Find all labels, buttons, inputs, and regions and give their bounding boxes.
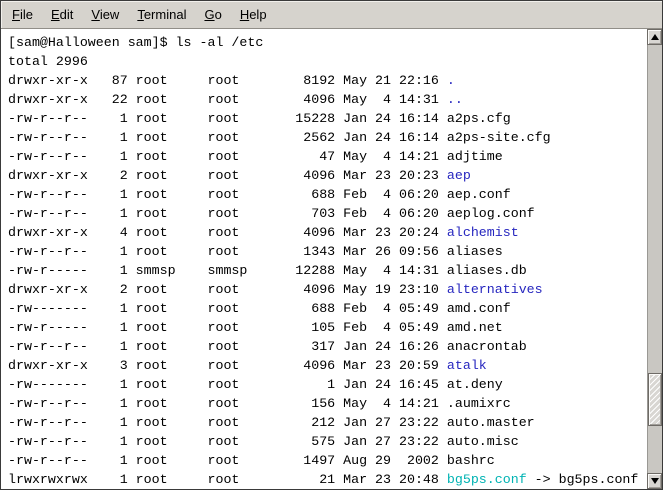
file-meta: -rw-r--r-- 1 root root 15228 Jan 24 16:1… [8, 111, 447, 126]
file-name: .aumixrc [447, 396, 511, 411]
file-meta: -rw-r--r-- 1 root root 47 May 4 14:21 [8, 149, 447, 164]
file-meta: lrwxrwxrwx 1 root root 21 Mar 23 20:48 [8, 472, 447, 487]
file-meta: -rw------- 1 root root 1 Jan 24 16:45 [8, 377, 447, 392]
file-meta: drwxr-xr-x 87 root root 8192 May 21 22:1… [8, 73, 447, 88]
file-meta: drwxr-xr-x 2 root root 4096 May 19 23:10 [8, 282, 447, 297]
file-meta: -rw-r--r-- 1 root root 156 May 4 14:21 [8, 396, 447, 411]
file-meta: -rw------- 1 root root 688 Feb 4 05:49 [8, 301, 447, 316]
file-row: lrwxrwxrwx 1 root root 21 Mar 23 20:48 b… [8, 470, 645, 489]
file-name: amd.net [447, 320, 503, 335]
file-listing: drwxr-xr-x 87 root root 8192 May 21 22:1… [8, 71, 645, 489]
file-row: -rw-r--r-- 1 root root 1497 Aug 29 2002 … [8, 451, 645, 470]
file-name: bg5ps.conf [447, 472, 527, 487]
scroll-down-icon [651, 478, 659, 484]
window-content: [sam@Halloween sam]$ ls -al /etctotal 29… [1, 29, 662, 489]
file-row: -rw-r----- 1 smmsp smmsp 12288 May 4 14:… [8, 261, 645, 280]
file-name: aliases [447, 244, 503, 259]
menu-item-label: File [12, 7, 33, 22]
menu-item-label: Go [204, 7, 221, 22]
file-name: aep [447, 168, 471, 183]
file-name: alchemist [447, 225, 519, 240]
file-meta: -rw-r--r-- 1 root root 703 Feb 4 06:20 [8, 206, 447, 221]
file-name: anacrontab [447, 339, 527, 354]
file-name: a2ps-site.cfg [447, 130, 551, 145]
file-row: drwxr-xr-x 2 root root 4096 Mar 23 20:23… [8, 166, 645, 185]
scroll-down-button[interactable] [647, 473, 662, 489]
menu-item-file[interactable]: File [3, 4, 42, 25]
menubar: File Edit View Terminal Go Help [1, 1, 662, 29]
total-line: total 2996 [8, 52, 645, 71]
file-name: atalk [447, 358, 487, 373]
scroll-up-button[interactable] [647, 29, 662, 45]
file-name: a2ps.cfg [447, 111, 511, 126]
menu-item-terminal[interactable]: Terminal [128, 4, 195, 25]
file-meta: -rw-r--r-- 1 root root 1343 Mar 26 09:56 [8, 244, 447, 259]
menu-item-edit[interactable]: Edit [42, 4, 82, 25]
file-name: alternatives [447, 282, 543, 297]
file-row: -rw-r--r-- 1 root root 688 Feb 4 06:20 a… [8, 185, 645, 204]
file-name: at.deny [447, 377, 503, 392]
file-name: aeplog.conf [447, 206, 535, 221]
file-row: -rw-r--r-- 1 root root 15228 Jan 24 16:1… [8, 109, 645, 128]
file-row: -rw------- 1 root root 688 Feb 4 05:49 a… [8, 299, 645, 318]
file-row: drwxr-xr-x 87 root root 8192 May 21 22:1… [8, 71, 645, 90]
file-row: -rw-r--r-- 1 root root 575 Jan 27 23:22 … [8, 432, 645, 451]
scrollbar-track[interactable] [647, 45, 662, 473]
file-meta: -rw-r--r-- 1 root root 1497 Aug 29 2002 [8, 453, 447, 468]
file-name: auto.misc [447, 434, 519, 449]
file-name: .. [447, 92, 463, 107]
file-meta: -rw-r--r-- 1 root root 575 Jan 27 23:22 [8, 434, 447, 449]
file-row: -rw-r--r-- 1 root root 703 Feb 4 06:20 a… [8, 204, 645, 223]
scrollbar-thumb[interactable] [648, 373, 662, 426]
file-meta: -rw-r--r-- 1 root root 2562 Jan 24 16:14 [8, 130, 447, 145]
file-name: adjtime [447, 149, 503, 164]
menu-item-view[interactable]: View [82, 4, 128, 25]
file-row: -rw-r--r-- 1 root root 1343 Mar 26 09:56… [8, 242, 645, 261]
file-row: -rw-r--r-- 1 root root 47 May 4 14:21 ad… [8, 147, 645, 166]
file-meta: -rw-r----- 1 smmsp smmsp 12288 May 4 14:… [8, 263, 447, 278]
file-name: amd.conf [447, 301, 511, 316]
scrollbar[interactable] [645, 29, 662, 489]
menu-item-help[interactable]: Help [231, 4, 276, 25]
file-meta: -rw-r--r-- 1 root root 688 Feb 4 06:20 [8, 187, 447, 202]
file-meta: drwxr-xr-x 4 root root 4096 Mar 23 20:24 [8, 225, 447, 240]
file-row: drwxr-xr-x 22 root root 4096 May 4 14:31… [8, 90, 645, 109]
terminal-output[interactable]: [sam@Halloween sam]$ ls -al /etctotal 29… [1, 29, 645, 489]
file-name: . [447, 73, 455, 88]
menu-item-label: Terminal [137, 7, 186, 22]
file-name: bashrc [447, 453, 495, 468]
terminal-window: File Edit View Terminal Go Help [sam@Hal… [0, 0, 663, 490]
file-name: aep.conf [447, 187, 511, 202]
file-row: -rw-r--r-- 1 root root 212 Jan 27 23:22 … [8, 413, 645, 432]
scroll-up-icon [651, 34, 659, 40]
menu-item-go[interactable]: Go [195, 4, 230, 25]
file-row: drwxr-xr-x 4 root root 4096 Mar 23 20:24… [8, 223, 645, 242]
menu-item-label: Help [240, 7, 267, 22]
menu-item-label: View [91, 7, 119, 22]
file-row: -rw------- 1 root root 1 Jan 24 16:45 at… [8, 375, 645, 394]
file-meta: drwxr-xr-x 2 root root 4096 Mar 23 20:23 [8, 168, 447, 183]
prompt-line: [sam@Halloween sam]$ ls -al /etc [8, 33, 645, 52]
file-row: -rw-r--r-- 1 root root 156 May 4 14:21 .… [8, 394, 645, 413]
link-target: -> bg5ps.conf [527, 472, 639, 487]
file-meta: drwxr-xr-x 22 root root 4096 May 4 14:31 [8, 92, 447, 107]
menu-item-label: Edit [51, 7, 73, 22]
file-meta: -rw-r--r-- 1 root root 317 Jan 24 16:26 [8, 339, 447, 354]
file-name: auto.master [447, 415, 535, 430]
file-row: -rw-r----- 1 root root 105 Feb 4 05:49 a… [8, 318, 645, 337]
file-meta: -rw-r----- 1 root root 105 Feb 4 05:49 [8, 320, 447, 335]
file-name: aliases.db [447, 263, 527, 278]
file-meta: -rw-r--r-- 1 root root 212 Jan 27 23:22 [8, 415, 447, 430]
file-row: drwxr-xr-x 2 root root 4096 May 19 23:10… [8, 280, 645, 299]
file-row: -rw-r--r-- 1 root root 2562 Jan 24 16:14… [8, 128, 645, 147]
file-meta: drwxr-xr-x 3 root root 4096 Mar 23 20:59 [8, 358, 447, 373]
file-row: drwxr-xr-x 3 root root 4096 Mar 23 20:59… [8, 356, 645, 375]
file-row: -rw-r--r-- 1 root root 317 Jan 24 16:26 … [8, 337, 645, 356]
